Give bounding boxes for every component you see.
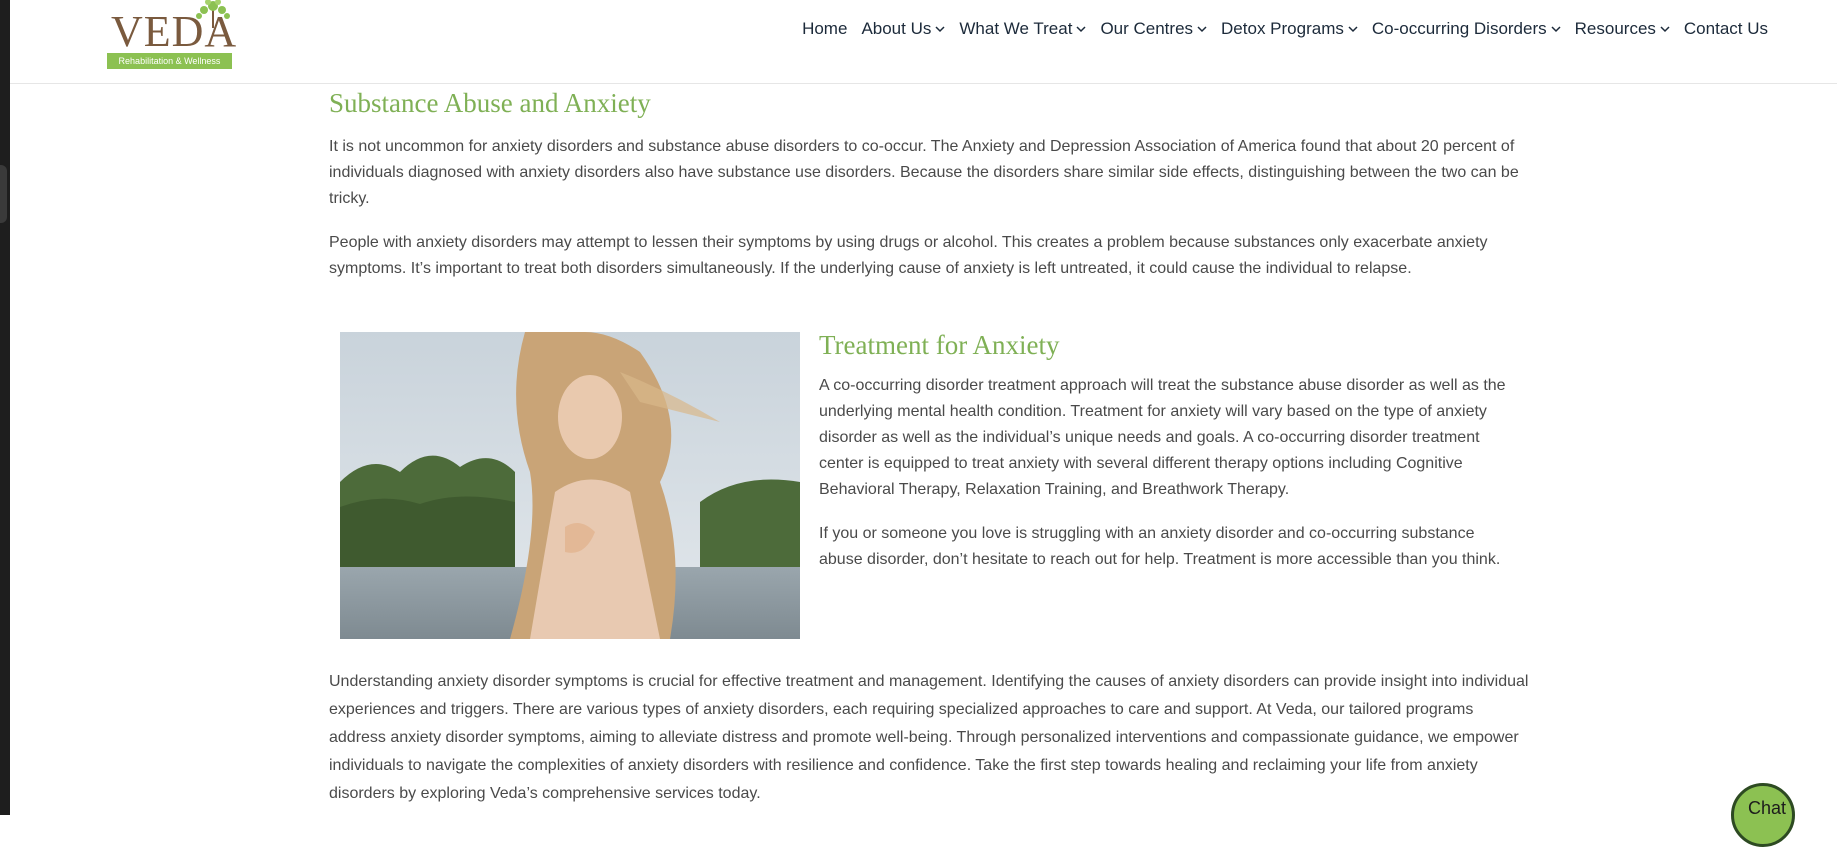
paragraph: It is not uncommon for anxiety disorders… xyxy=(329,138,1519,207)
nav-label: What We Treat xyxy=(959,19,1073,38)
woman-breathing-photo xyxy=(340,332,800,639)
nav-label: Our Centres xyxy=(1100,19,1194,38)
nav-what-we-treat[interactable]: What We Treat xyxy=(959,19,1086,39)
paragraph: A co-occurring disorder treatment approa… xyxy=(819,377,1506,498)
paragraph: People with anxiety disorders may attemp… xyxy=(329,234,1488,277)
section-summary: Understanding anxiety disorder symptoms … xyxy=(329,668,1529,808)
paragraph: Understanding anxiety disorder symptoms … xyxy=(329,673,1529,802)
chevron-down-icon xyxy=(1076,26,1086,33)
window-left-edge xyxy=(0,0,10,815)
paragraph: If you or someone you love is struggling… xyxy=(819,525,1501,568)
chevron-down-icon xyxy=(1660,26,1670,33)
nav-label: Resources xyxy=(1574,19,1656,38)
nav-co-occurring-disorders[interactable]: Co-occurring Disorders xyxy=(1372,19,1561,39)
chevron-down-icon xyxy=(1197,26,1207,33)
section-substance-abuse-anxiety: Substance Abuse and Anxiety xyxy=(329,88,1524,119)
nav-home[interactable]: Home xyxy=(802,19,847,39)
nav-our-centres[interactable]: Our Centres xyxy=(1100,19,1207,39)
section-title: Treatment for Anxiety xyxy=(819,330,1060,360)
logo-tagline: Rehabilitation & Wellness xyxy=(107,53,232,69)
chevron-down-icon xyxy=(935,26,945,33)
section-1-body: It is not uncommon for anxiety disorders… xyxy=(329,134,1529,282)
side-panel-handle[interactable] xyxy=(0,165,7,223)
chat-button[interactable]: Chat xyxy=(1731,783,1795,847)
chevron-down-icon xyxy=(1551,26,1561,33)
nav-label: Contact Us xyxy=(1683,19,1768,38)
photo-illustration xyxy=(340,332,800,639)
main-nav: Home About Us What We Treat Our Centres … xyxy=(788,19,1768,39)
nav-label: Detox Programs xyxy=(1221,19,1344,38)
nav-label: About Us xyxy=(861,19,932,38)
section-treatment-for-anxiety: Treatment for Anxiety A co-occurring dis… xyxy=(819,330,1519,573)
chat-label: Chat xyxy=(1748,798,1787,818)
nav-resources[interactable]: Resources xyxy=(1575,19,1670,39)
nav-detox-programs[interactable]: Detox Programs xyxy=(1221,19,1358,39)
veda-logo[interactable]: VEDA Rehabilitation & Wellness xyxy=(107,0,245,72)
section-title: Substance Abuse and Anxiety xyxy=(329,88,651,118)
nav-about-us[interactable]: About Us xyxy=(861,19,945,39)
logo-wordmark: VEDA xyxy=(111,7,238,56)
nav-label: Co-occurring Disorders xyxy=(1371,19,1547,38)
chevron-down-icon xyxy=(1348,26,1358,33)
nav-contact-us[interactable]: Contact Us xyxy=(1684,19,1768,39)
site-header: VEDA Rehabilitation & Wellness Home Abou… xyxy=(10,0,1837,84)
nav-label: Home xyxy=(802,19,848,38)
